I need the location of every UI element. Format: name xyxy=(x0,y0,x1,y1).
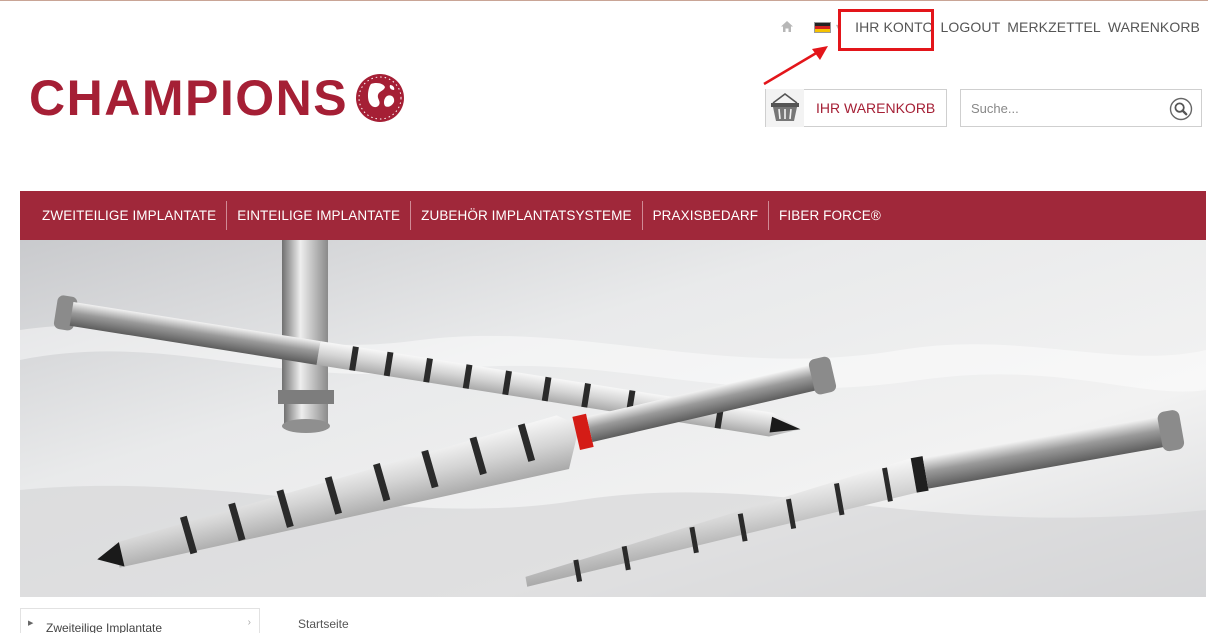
annotation-arrow xyxy=(763,46,828,86)
cart-button[interactable]: IHR WARENKORB xyxy=(765,89,947,127)
nav-item-zweiteilige-implantate[interactable]: ZWEITEILIGE IMPLANTATE xyxy=(42,201,226,230)
wishlist-link[interactable]: MERKZETTEL xyxy=(1007,19,1101,35)
chevron-right-icon: ▶ xyxy=(28,620,34,627)
basket-icon xyxy=(766,89,804,127)
brand-logo[interactable]: CHAMPIONS xyxy=(29,72,406,124)
sidebar-item-zweiteilige-implantate[interactable]: ▶ Zweiteilige Implantate › xyxy=(20,608,260,633)
logout-link[interactable]: LOGOUT xyxy=(941,19,1001,35)
breadcrumb[interactable]: Startseite xyxy=(298,617,349,631)
home-icon[interactable] xyxy=(780,20,798,34)
chevron-right-icon: › xyxy=(247,617,251,628)
nav-item-fiber-force[interactable]: FIBER FORCE® xyxy=(769,201,891,230)
globe-icon xyxy=(356,74,405,122)
annotation-highlight-box xyxy=(838,9,934,51)
search-box xyxy=(960,89,1202,127)
cart-button-label: IHR WARENKORB xyxy=(816,100,936,116)
nav-item-einteilige-implantate[interactable]: EINTEILIGE IMPLANTATE xyxy=(227,201,410,230)
top-rule xyxy=(0,0,1208,5)
sidebar-item-label: Zweiteilige Implantate xyxy=(46,621,163,633)
german-flag-icon[interactable] xyxy=(814,21,832,33)
search-input[interactable] xyxy=(971,98,1161,118)
cart-link[interactable]: WARENKORB xyxy=(1108,19,1200,35)
nav-item-zubehoer-implantatsysteme[interactable]: ZUBEHÖR IMPLANTATSYSTEME xyxy=(411,201,641,230)
hero-banner-image xyxy=(20,240,1206,597)
nav-item-praxisbedarf[interactable]: PRAXISBEDARF xyxy=(643,201,768,230)
search-icon[interactable] xyxy=(1169,97,1193,121)
main-navigation: ZWEITEILIGE IMPLANTATE EINTEILIGE IMPLAN… xyxy=(20,191,1206,240)
logo-wordmark: CHAMPIONS xyxy=(29,70,349,126)
